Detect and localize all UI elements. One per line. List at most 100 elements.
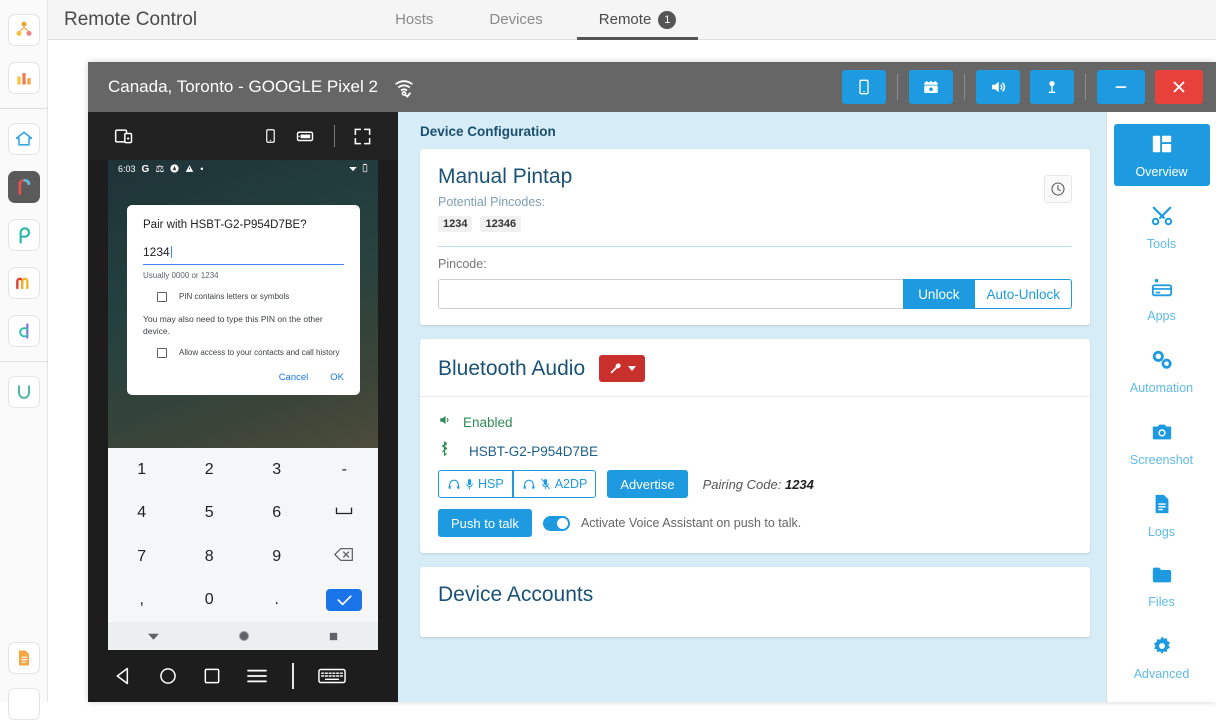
pincode-chip[interactable]: 1234 — [438, 216, 473, 232]
square-icon[interactable] — [328, 631, 339, 642]
back-icon[interactable] — [114, 666, 134, 686]
pairing-code-display: Pairing Code: 1234 — [703, 477, 814, 492]
contacts-access-checkbox[interactable] — [157, 347, 167, 358]
key-2[interactable]: 2 — [205, 461, 214, 479]
manual-pintap-header: Manual Pintap Potential Pincodes: 1234 1… — [438, 165, 1072, 232]
key-1[interactable]: 1 — [137, 461, 146, 479]
dot-icon: • — [200, 164, 204, 174]
unlock-button[interactable]: Unlock — [903, 279, 975, 309]
speaker-button[interactable] — [976, 70, 1020, 104]
circle-icon[interactable] — [238, 630, 250, 642]
app-rail-group-mid — [0, 115, 47, 355]
gear-icon — [1151, 635, 1173, 662]
key-3[interactable]: 3 — [272, 461, 281, 479]
side-nav-item-tools[interactable]: Tools — [1114, 196, 1210, 258]
pin-symbols-checkbox[interactable] — [157, 291, 167, 302]
record-video-button[interactable] — [909, 70, 953, 104]
key-backspace-icon[interactable] — [334, 547, 354, 567]
landscape-phone-icon[interactable] — [294, 127, 316, 145]
titlebar-divider-2 — [964, 74, 965, 100]
folder-icon — [1151, 565, 1173, 590]
keyboard-icon[interactable] — [318, 667, 346, 685]
bluetooth-audio-body: Enabled HSBT-G2-P954D7BE HSP A2DP Advert… — [420, 397, 1090, 553]
org-chart-app-icon[interactable] — [7, 14, 40, 46]
manual-pintap-body: Manual Pintap Potential Pincodes: 1234 1… — [420, 149, 1090, 325]
recents-icon[interactable] — [202, 666, 222, 686]
microphone-button[interactable] — [1030, 70, 1074, 104]
bluetooth-device-row: HSBT-G2-P954D7BE — [438, 441, 1072, 461]
clock-history-icon[interactable] — [1044, 175, 1072, 203]
uplink-app-icon[interactable] — [7, 376, 40, 408]
home-app-icon[interactable] — [7, 123, 40, 155]
key-8[interactable]: 8 — [205, 548, 214, 566]
key-7[interactable]: 7 — [137, 548, 146, 566]
key-period[interactable]: . — [275, 591, 279, 609]
pincode-chip[interactable]: 12346 — [480, 216, 522, 232]
android-device-screen[interactable]: 6:03 G ⚖ • Pair with HSBT-G2-P954D7BE? 1… — [108, 160, 378, 650]
side-nav-item-screenshot[interactable]: Screenshot — [1114, 412, 1210, 474]
side-nav-item-automation[interactable]: Automation — [1114, 340, 1210, 402]
google-icon: G — [141, 163, 150, 175]
contacts-access-checkbox-row[interactable]: Allow access to your contacts and call h… — [157, 347, 344, 358]
side-nav-item-advanced[interactable]: Advanced — [1114, 626, 1210, 688]
key-enter-button[interactable] — [326, 589, 363, 612]
extra-app-icon[interactable] — [7, 688, 40, 720]
pairing-code-label: Pairing Code: — [702, 476, 782, 492]
pin-input[interactable]: 1234 — [143, 243, 344, 265]
multi-screen-icon[interactable] — [114, 126, 134, 146]
tab-hosts[interactable]: Hosts — [367, 0, 461, 40]
portrait-phone-icon[interactable] — [263, 126, 278, 146]
menu-icon[interactable] — [246, 667, 268, 685]
pin-symbols-label: PIN contains letters or symbols — [179, 291, 290, 301]
collapse-icon[interactable] — [147, 632, 160, 641]
push-to-talk-button[interactable]: Push to talk — [438, 509, 532, 537]
page-title: Remote Control — [64, 8, 198, 30]
phone-view-button[interactable] — [842, 70, 886, 104]
home-icon[interactable] — [158, 666, 178, 686]
side-nav-item-files[interactable]: Files — [1114, 556, 1210, 616]
key-4[interactable]: 4 — [137, 504, 146, 522]
tab-devices[interactable]: Devices — [461, 0, 570, 40]
pincode-input[interactable] — [438, 279, 904, 309]
fullscreen-icon[interactable] — [353, 127, 372, 146]
hsp-profile-button[interactable]: HSP — [438, 470, 513, 498]
data-app-icon[interactable] — [7, 315, 40, 347]
pin-symbols-checkbox-row[interactable]: PIN contains letters or symbols — [157, 291, 344, 302]
tab-remote[interactable]: Remote 1 — [571, 0, 705, 40]
volume-icon — [438, 413, 453, 432]
close-button[interactable] — [1155, 70, 1203, 104]
monitor-app-icon[interactable] — [7, 267, 40, 299]
side-nav-item-logs[interactable]: Logs — [1114, 484, 1210, 546]
key-0[interactable]: 0 — [205, 591, 214, 609]
bluetooth-profile-buttons: HSP A2DP Advertise Pairing Code: 1234 — [438, 470, 1072, 498]
analytics-app-icon[interactable] — [7, 62, 40, 94]
app-rail — [0, 0, 48, 720]
potential-pincodes-label: Potential Pincodes: — [438, 195, 546, 209]
a2dp-profile-button[interactable]: A2DP — [512, 470, 597, 498]
advertise-button[interactable]: Advertise — [607, 470, 688, 498]
key-comma[interactable]: , — [140, 591, 144, 609]
tab-remote-label: Remote — [598, 11, 652, 28]
auto-unlock-button[interactable]: Auto-Unlock — [974, 279, 1072, 309]
bluetooth-audio-card: Bluetooth Audio Enabled HSBT-G2-P954D7BE… — [420, 339, 1090, 553]
key-space-icon[interactable] — [334, 504, 354, 522]
minimize-button[interactable] — [1097, 70, 1145, 104]
device-accounts-body: Device Accounts — [420, 567, 1090, 637]
android-keyboard-navbar — [108, 622, 378, 650]
side-nav-item-apps[interactable]: Apps — [1114, 268, 1210, 330]
pair-cancel-button[interactable]: Cancel — [279, 372, 309, 383]
pulse-app-icon[interactable] — [7, 219, 40, 251]
bluetooth-icon — [438, 441, 451, 461]
key-6[interactable]: 6 — [272, 504, 281, 522]
remote-app-icon[interactable] — [7, 171, 40, 203]
titlebar-divider-3 — [1085, 74, 1086, 100]
side-nav-item-overview[interactable]: Overview — [1113, 124, 1210, 186]
key-dash[interactable]: - — [342, 461, 347, 479]
key-9[interactable]: 9 — [272, 548, 281, 566]
bluetooth-tools-button[interactable] — [599, 355, 646, 382]
side-nav-label-screenshot: Screenshot — [1129, 453, 1194, 467]
docs-app-icon[interactable] — [7, 642, 40, 674]
pair-ok-button[interactable]: OK — [330, 372, 344, 383]
voice-assistant-toggle[interactable] — [542, 515, 570, 531]
key-5[interactable]: 5 — [205, 504, 214, 522]
